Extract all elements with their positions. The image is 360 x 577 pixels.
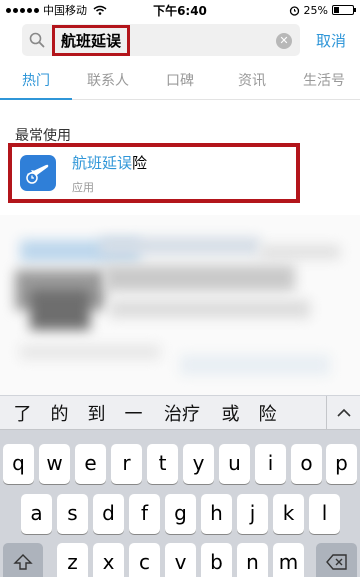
flight-delay-app-icon	[20, 155, 56, 191]
search-box[interactable]: 航班延误 ✕	[22, 24, 300, 56]
key-k[interactable]: k	[273, 494, 304, 534]
key-t[interactable]: t	[147, 444, 178, 484]
key-z[interactable]: z	[57, 543, 88, 577]
key-e[interactable]: e	[75, 444, 106, 484]
search-header: 航班延误 ✕ 取消	[0, 22, 360, 62]
key-c[interactable]: c	[129, 543, 160, 577]
status-bar: 中国移动 下午6:40 25%	[0, 0, 360, 20]
app-type-label: 应用	[72, 180, 94, 194]
search-input[interactable]: 航班延误	[52, 24, 131, 56]
tab-news[interactable]: 资讯	[216, 64, 288, 99]
shift-key[interactable]	[3, 543, 43, 577]
key-w[interactable]: w	[39, 444, 70, 484]
key-l[interactable]: l	[309, 494, 340, 534]
key-p[interactable]: p	[326, 444, 357, 484]
key-i[interactable]: i	[255, 444, 286, 484]
key-s[interactable]: s	[57, 494, 88, 534]
key-u[interactable]: u	[219, 444, 250, 484]
backspace-icon	[325, 554, 347, 570]
category-tabs: 热门 联系人 口碑 资讯 生活号	[0, 64, 360, 100]
key-m[interactable]: m	[273, 543, 304, 577]
key-d[interactable]: d	[93, 494, 124, 534]
clear-icon[interactable]: ✕	[276, 33, 292, 49]
chevron-up-icon	[336, 408, 351, 417]
key-b[interactable]: b	[201, 543, 232, 577]
candidate-word[interactable]: 的	[41, 400, 78, 426]
tab-contacts[interactable]: 联系人	[72, 64, 144, 99]
tab-hot[interactable]: 热门	[0, 64, 72, 100]
battery-icon	[332, 5, 356, 15]
candidate-word[interactable]: 险	[249, 400, 286, 426]
candidate-word[interactable]: 治疗	[152, 400, 212, 426]
blurred-content	[0, 215, 360, 395]
search-icon	[29, 32, 45, 48]
candidate-word[interactable]: 一	[115, 400, 152, 426]
shift-arrow-icon	[13, 554, 33, 570]
key-j[interactable]: j	[237, 494, 268, 534]
key-v[interactable]: v	[165, 543, 196, 577]
app-name: 航班延误险	[72, 152, 147, 173]
status-time: 下午6:40	[153, 3, 207, 18]
expand-candidates-button[interactable]	[326, 395, 360, 430]
key-y[interactable]: y	[183, 444, 214, 484]
key-x[interactable]: x	[93, 543, 124, 577]
key-a[interactable]: a	[21, 494, 52, 534]
tab-life-accounts[interactable]: 生活号	[288, 64, 360, 99]
app-name-rest: 险	[132, 153, 148, 172]
key-f[interactable]: f	[129, 494, 160, 534]
app-result-item[interactable]: 航班延误险 应用	[8, 143, 300, 203]
key-h[interactable]: h	[201, 494, 232, 534]
delete-key[interactable]	[316, 543, 357, 577]
section-title: 最常使用	[15, 128, 71, 144]
key-q[interactable]: q	[3, 444, 34, 484]
key-g[interactable]: g	[165, 494, 196, 534]
tab-koubei[interactable]: 口碑	[144, 64, 216, 99]
key-o[interactable]: o	[291, 444, 322, 484]
cancel-button[interactable]: 取消	[316, 30, 346, 51]
key-n[interactable]: n	[237, 543, 268, 577]
candidate-bar: 了 的 到 一 治疗 或 险	[0, 395, 360, 430]
candidate-word[interactable]: 或	[212, 400, 249, 426]
candidate-word[interactable]: 到	[78, 400, 115, 426]
app-name-highlight: 航班延误	[72, 153, 133, 172]
candidate-word[interactable]: 了	[4, 400, 41, 426]
key-r[interactable]: r	[111, 444, 142, 484]
